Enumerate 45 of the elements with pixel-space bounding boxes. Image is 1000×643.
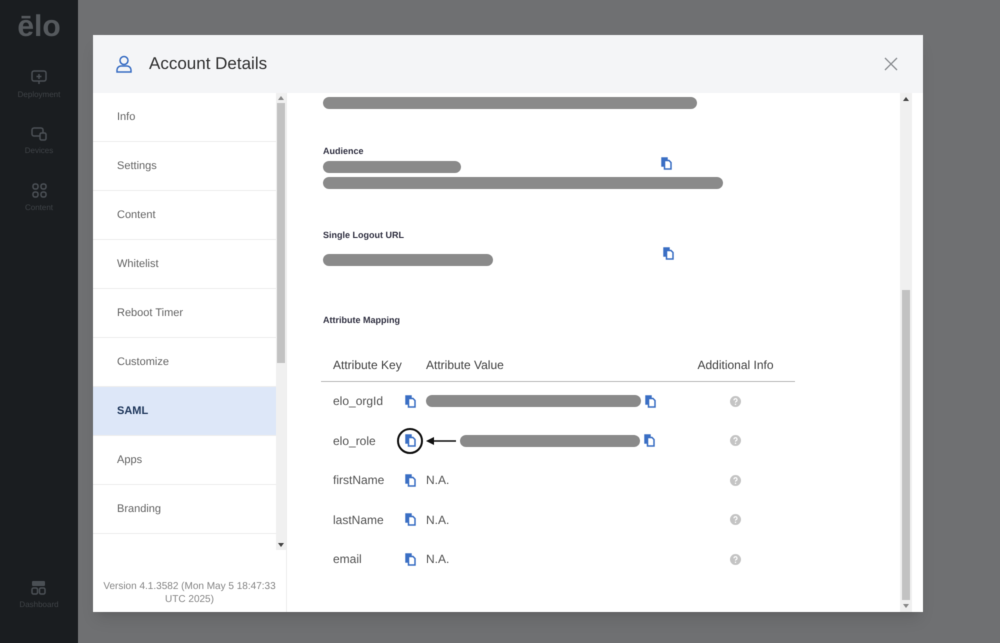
- nav-item[interactable]: Content: [93, 191, 276, 240]
- field-label: Single Logout URL: [323, 228, 405, 242]
- nav-item[interactable]: Info: [93, 93, 276, 142]
- copy-icon[interactable]: [661, 156, 672, 170]
- devices-icon: [30, 127, 47, 141]
- scrollbar[interactable]: [276, 93, 286, 550]
- column-header: Attribute Key: [332, 357, 403, 374]
- scroll-down-icon[interactable]: [278, 543, 284, 547]
- copy-icon[interactable]: [404, 474, 416, 487]
- nav-item[interactable]: Apps: [93, 436, 276, 485]
- user-icon: [115, 55, 133, 73]
- nav-item[interactable]: Whitelist: [93, 240, 276, 289]
- nav-item[interactable]: Customize: [93, 338, 276, 387]
- attribute-key: elo_orgId: [333, 392, 397, 410]
- section-title: Attribute Mapping: [323, 314, 401, 327]
- column-header: Attribute Value: [426, 357, 505, 374]
- copy-icon[interactable]: [404, 434, 416, 448]
- nav-item[interactable]: Branding: [93, 485, 276, 534]
- column-header: Additional Info: [696, 357, 775, 374]
- grid-icon: [32, 183, 46, 198]
- version-text: Version 4.1.3582 (Mon May 5 18:47:33 UTC 2025): [102, 580, 277, 606]
- logo: ēlo: [17, 12, 61, 42]
- arrow-annotation: [426, 436, 456, 446]
- attribute-key: lastName: [333, 510, 397, 529]
- scroll-up-icon[interactable]: [903, 97, 909, 101]
- copy-icon[interactable]: [404, 394, 416, 408]
- nav-item[interactable]: SAML: [93, 387, 276, 436]
- copy-icon[interactable]: [645, 394, 656, 408]
- dialog-title: Account Details: [149, 53, 268, 76]
- dashboard-icon: [31, 580, 46, 595]
- copy-icon[interactable]: [663, 246, 674, 260]
- attribute-value: N.A.: [426, 512, 450, 529]
- field-label: Audience: [323, 145, 365, 158]
- attribute-value: N.A.: [426, 551, 450, 568]
- attribute-key: email: [333, 550, 397, 568]
- copy-icon[interactable]: [644, 434, 655, 448]
- nav-item[interactable]: Reboot Timer: [93, 289, 276, 338]
- copy-icon[interactable]: [404, 513, 416, 526]
- attribute-key: elo_role: [333, 432, 397, 450]
- nav-item[interactable]: Settings: [93, 142, 276, 191]
- monitor-icon: [31, 70, 47, 85]
- attribute-value: N.A.: [426, 472, 450, 490]
- scrollbar[interactable]: [900, 93, 912, 612]
- attribute-key: firstName: [333, 471, 397, 490]
- copy-icon[interactable]: [404, 552, 416, 566]
